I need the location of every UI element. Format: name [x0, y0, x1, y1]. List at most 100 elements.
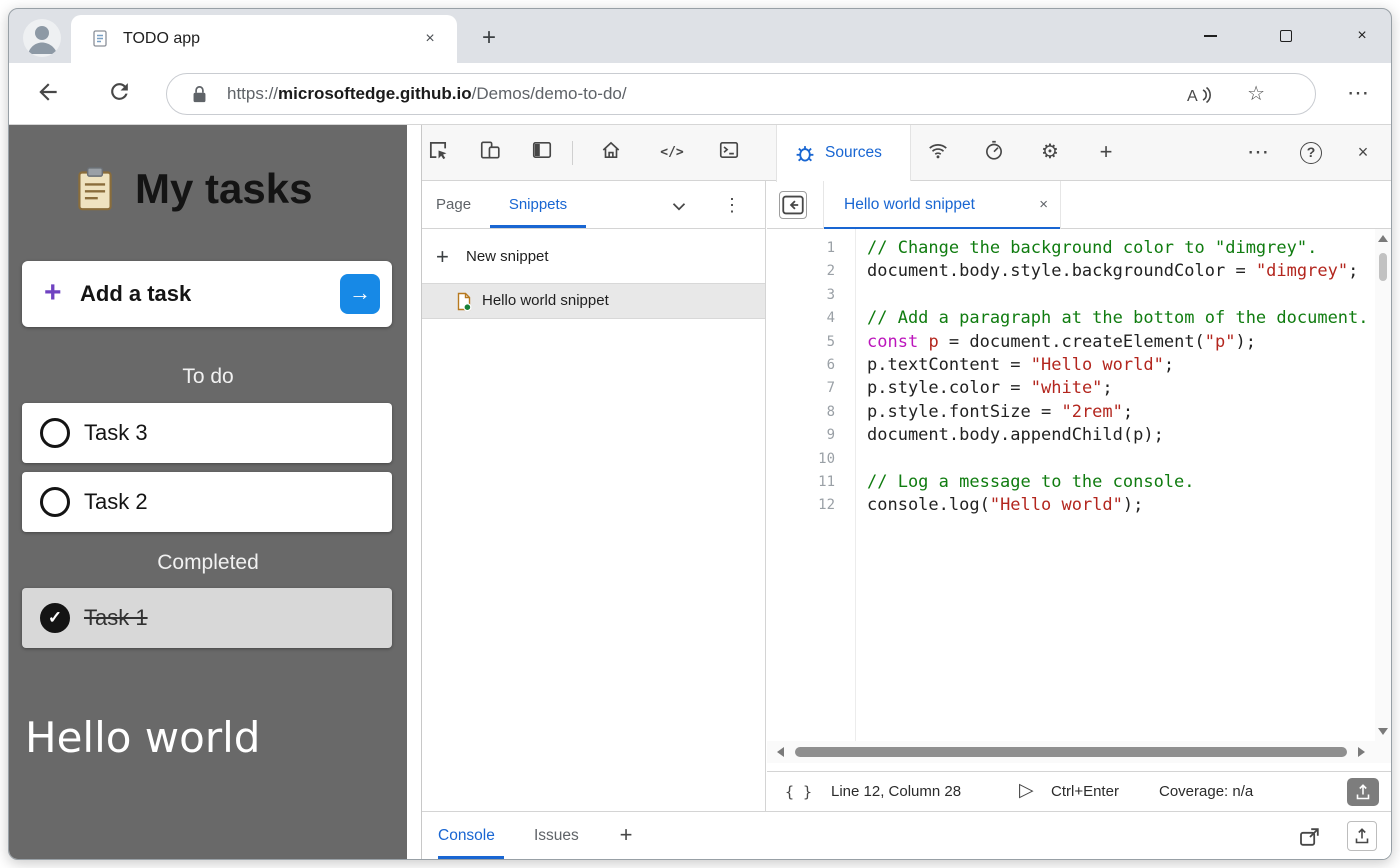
lock-icon[interactable] — [191, 85, 208, 109]
vertical-scrollbar[interactable] — [1375, 229, 1391, 741]
tab-close-icon[interactable]: × — [417, 15, 443, 63]
drawer-tab-console[interactable]: Console — [438, 812, 495, 860]
more-tabs-chevron-button[interactable] — [668, 195, 690, 217]
horizontal-scrollbar-thumb[interactable] — [795, 747, 1347, 757]
task-row[interactable]: Task 2 — [22, 472, 392, 532]
new-snippet-button[interactable]: + New snippet — [422, 241, 765, 273]
code-line[interactable]: document.body.style.backgroundColor = "d… — [867, 260, 1373, 283]
favorites-star-icon[interactable]: ☆ — [1247, 74, 1265, 114]
navigator-tabbar: Page Snippets ⋮ — [422, 181, 765, 229]
line-number[interactable]: 8 — [767, 401, 855, 424]
code-content[interactable]: // Change the background color to "dimgr… — [867, 237, 1373, 741]
code-editor[interactable]: 123456789101112 // Change the background… — [767, 229, 1391, 741]
line-number[interactable]: 3 — [767, 284, 855, 307]
scroll-left-arrow[interactable] — [777, 747, 784, 757]
url-domain: microsoftedge.github.io — [278, 84, 472, 103]
code-line[interactable]: p.style.color = "white"; — [867, 377, 1373, 400]
undock-drawer-button[interactable] — [1298, 825, 1322, 849]
browser-menu-button[interactable]: ⋯ — [1343, 79, 1373, 109]
window-close-button[interactable]: × — [1345, 19, 1379, 53]
performance-tool-button[interactable] — [980, 139, 1008, 167]
navigator-tab-page[interactable]: Page — [436, 181, 471, 229]
export-drawer-button[interactable] — [1347, 821, 1377, 851]
inspect-button[interactable] — [424, 139, 452, 167]
code-line[interactable] — [867, 448, 1373, 471]
line-number[interactable]: 4 — [767, 307, 855, 330]
console-icon — [718, 139, 740, 161]
toggle-navigator-button[interactable] — [779, 191, 807, 219]
snippet-output-text: Hello world — [25, 713, 260, 762]
add-drawer-tab-button[interactable]: + — [614, 812, 638, 860]
task-row[interactable]: Task 3 — [22, 403, 392, 463]
scroll-up-arrow[interactable] — [1378, 235, 1388, 242]
task-checkbox-checked[interactable]: ✓ — [40, 603, 70, 633]
vertical-scrollbar-thumb[interactable] — [1379, 253, 1387, 281]
navigator-menu-button[interactable]: ⋮ — [722, 181, 742, 229]
window-minimize-button[interactable] — [1193, 19, 1227, 53]
page-favicon-icon — [91, 29, 109, 53]
line-number[interactable]: 10 — [767, 448, 855, 471]
code-line[interactable]: // Log a message to the console. — [867, 471, 1373, 494]
drawer-tab-issues[interactable]: Issues — [534, 812, 579, 860]
code-line[interactable]: // Add a paragraph at the bottom of the … — [867, 307, 1373, 330]
scroll-down-arrow[interactable] — [1378, 728, 1388, 735]
devtools-drawer: Console Issues + — [422, 811, 1391, 859]
profile-avatar[interactable] — [23, 19, 61, 57]
devtools-close-button[interactable]: × — [1349, 139, 1377, 167]
address-toolbar: https://microsoftedge.github.io/Demos/de… — [9, 63, 1391, 125]
network-tool-button[interactable] — [924, 139, 952, 167]
pretty-print-button[interactable]: { } — [785, 772, 812, 812]
console-tool-button[interactable] — [715, 139, 743, 167]
dock-layout-button[interactable] — [528, 139, 556, 167]
devtools-menu-button[interactable]: ⋯ — [1244, 139, 1272, 167]
devtools-help-button[interactable]: ? — [1300, 142, 1322, 164]
line-number[interactable]: 9 — [767, 424, 855, 447]
address-bar[interactable]: https://microsoftedge.github.io/Demos/de… — [166, 73, 1316, 115]
line-number[interactable]: 6 — [767, 354, 855, 377]
url-path: /Demos/demo-to-do/ — [472, 84, 627, 103]
sources-tool-tab[interactable]: Sources — [776, 125, 911, 182]
code-line[interactable]: console.log("Hello world"); — [867, 494, 1373, 517]
code-line[interactable]: // Change the background color to "dimgr… — [867, 237, 1373, 260]
window-maximize-button[interactable] — [1269, 19, 1303, 53]
code-line[interactable]: p.textContent = "Hello world"; — [867, 354, 1373, 377]
task-row-completed[interactable]: ✓ Task 1 — [22, 588, 392, 648]
line-number[interactable]: 1 — [767, 237, 855, 260]
horizontal-scrollbar[interactable] — [767, 741, 1391, 763]
save-snippet-button[interactable] — [1347, 778, 1379, 806]
add-tools-button[interactable]: + — [1092, 139, 1120, 167]
task-checkbox[interactable] — [40, 487, 70, 517]
new-tab-button[interactable]: + — [473, 23, 505, 55]
add-task-submit-button[interactable]: → — [340, 274, 380, 314]
refresh-button[interactable] — [107, 79, 137, 109]
settings-gear-button[interactable]: ⚙ — [1036, 139, 1064, 167]
editor-tab[interactable]: Hello world snippet × — [823, 181, 1061, 229]
device-emulation-button[interactable] — [476, 139, 504, 167]
code-line[interactable]: p.style.fontSize = "2rem"; — [867, 401, 1373, 424]
back-button[interactable] — [35, 79, 65, 109]
code-token: ); — [1236, 332, 1256, 352]
line-number[interactable]: 5 — [767, 331, 855, 354]
editor-tab-close-icon[interactable]: × — [1039, 181, 1048, 229]
panel-collapse-left-icon — [780, 192, 806, 218]
line-number[interactable]: 2 — [767, 260, 855, 283]
welcome-tool-button[interactable] — [597, 139, 625, 167]
task-checkbox[interactable] — [40, 418, 70, 448]
code-line[interactable] — [867, 284, 1373, 307]
code-token: document.body.appendChild(p); — [867, 425, 1164, 445]
read-aloud-button[interactable]: A — [1185, 84, 1213, 111]
navigator-tab-snippets[interactable]: Snippets — [490, 181, 586, 229]
code-line[interactable]: const p = document.createElement("p"); — [867, 331, 1373, 354]
line-number[interactable]: 7 — [767, 377, 855, 400]
editor-tabbar: Hello world snippet × — [767, 181, 1391, 229]
line-number[interactable]: 12 — [767, 494, 855, 517]
task-label: Task 3 — [84, 403, 148, 463]
app-header: My tasks — [73, 165, 312, 213]
add-task-input[interactable]: + Add a task → — [22, 261, 392, 327]
browser-tab[interactable]: TODO app × — [71, 15, 457, 63]
code-line[interactable]: document.body.appendChild(p); — [867, 424, 1373, 447]
elements-tool-button[interactable]: </> — [658, 139, 686, 167]
line-number[interactable]: 11 — [767, 471, 855, 494]
scroll-right-arrow[interactable] — [1358, 747, 1365, 757]
snippet-list-item[interactable]: Hello world snippet — [422, 283, 765, 319]
